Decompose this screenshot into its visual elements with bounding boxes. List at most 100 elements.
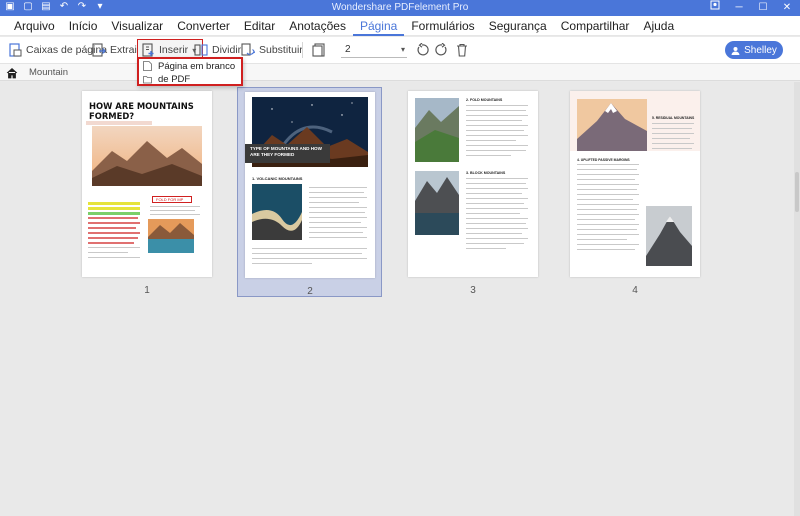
text-line	[577, 199, 633, 201]
extract-button[interactable]: Extrair	[92, 40, 140, 60]
menu-formularios[interactable]: Formulários	[404, 16, 481, 36]
text-line	[466, 105, 528, 107]
breadcrumb: Mountain	[0, 63, 800, 81]
window-controls: ─ ☐ ✕	[706, 0, 796, 16]
user-account-icon[interactable]	[706, 0, 724, 16]
page-3-section-1: 2. FOLD MOUNTAINS	[466, 98, 503, 102]
maximize-icon[interactable]: ☐	[754, 0, 772, 16]
callout-box: FOLD FOR MP	[152, 196, 192, 203]
text-line	[309, 227, 367, 229]
page-4-section-1: 5. RESIDUAL MOUNTAINS	[652, 116, 695, 120]
page-2-title: TYPE OF MOUNTAINS AND HOW ARE THEY FORME…	[250, 146, 322, 157]
split-label: Dividir	[212, 44, 242, 56]
page-icon[interactable]	[312, 43, 326, 57]
text-line	[466, 120, 522, 122]
text-line	[309, 212, 365, 214]
text-line	[88, 247, 140, 249]
menu-seguranca[interactable]: Segurança	[482, 16, 554, 36]
chevron-down-icon: ▾	[400, 45, 405, 54]
replace-icon	[241, 43, 255, 56]
text-line	[577, 234, 639, 236]
page-number-label: 3	[470, 285, 476, 296]
menu-bar: Arquivo Início Visualizar Converter Edit…	[0, 16, 800, 36]
text-line	[150, 206, 200, 208]
title-banner: TYPE OF MOUNTAINS AND HOW ARE THEY FORME…	[245, 144, 330, 163]
minimize-icon[interactable]: ─	[730, 0, 748, 16]
page-3-section-2: 3. BLOCK MOUNTAINS	[466, 171, 506, 175]
delete-icon[interactable]	[455, 43, 469, 57]
close-icon[interactable]: ✕	[778, 0, 796, 16]
extract-label: Extrair	[110, 44, 141, 56]
user-name: Shelley	[744, 44, 777, 56]
text-line	[466, 228, 528, 230]
page-thumbnail-1[interactable]: HOW ARE MOUNTAINS FORMED? FOLD FOR MP	[82, 91, 212, 277]
text-line	[309, 207, 367, 209]
page-toolbar: Caixas de página Extrair Inserir ▾ Divid…	[0, 37, 800, 63]
menu-inicio[interactable]: Início	[62, 16, 105, 36]
text-line	[652, 148, 692, 150]
insert-dropdown-menu: Página em branco de PDF	[137, 57, 243, 86]
home-icon[interactable]	[6, 67, 18, 79]
breadcrumb-item[interactable]: Mountain	[29, 67, 68, 78]
text-line	[252, 253, 362, 255]
folder-icon	[143, 76, 152, 84]
grey-peak-image	[646, 206, 692, 266]
blank-page-icon	[143, 61, 152, 71]
menu-anotacoes[interactable]: Anotações	[282, 16, 353, 36]
page-number-select[interactable]: 2 ▾	[341, 42, 407, 58]
insert-blank-page-item[interactable]: Página em branco	[139, 60, 241, 72]
rotate-right-icon[interactable]	[435, 43, 449, 57]
text-line	[466, 233, 522, 235]
menu-visualizar[interactable]: Visualizar	[104, 16, 170, 36]
menu-compartilhar[interactable]: Compartilhar	[554, 16, 637, 36]
text-line	[466, 203, 524, 205]
menu-editar[interactable]: Editar	[237, 16, 282, 36]
text-line	[577, 164, 639, 166]
split-icon	[194, 44, 208, 56]
text-line	[577, 194, 639, 196]
text-line	[466, 145, 528, 147]
user-account-button[interactable]: Shelley	[725, 41, 783, 59]
decor-band	[86, 121, 152, 125]
title-bar: ▣ ▢ ▤ ↶ ↷ ▾ Wondershare PDFelement Pro ─…	[0, 0, 800, 16]
text-line	[577, 229, 637, 231]
insert-from-pdf-item[interactable]: de PDF	[139, 73, 241, 85]
insert-from-pdf-label: de PDF	[158, 73, 191, 85]
text-line	[577, 224, 639, 226]
text-line	[309, 187, 367, 189]
rocky-lake-image	[415, 171, 459, 235]
menu-converter[interactable]: Converter	[170, 16, 237, 36]
text-line	[466, 248, 506, 250]
text-line	[577, 184, 639, 186]
rotate-left-icon[interactable]	[415, 43, 429, 57]
menu-pagina[interactable]: Página	[352, 16, 405, 36]
text-line	[309, 197, 367, 199]
text-line	[466, 188, 528, 190]
menu-arquivo[interactable]: Arquivo	[7, 16, 62, 36]
text-line	[652, 133, 694, 135]
vertical-scrollbar[interactable]	[794, 82, 800, 516]
page-thumbnail-4[interactable]: 5. RESIDUAL MOUNTAINS 4. UPLIFTED PASSIV…	[570, 91, 700, 277]
scrollbar-thumb[interactable]	[795, 172, 799, 212]
text-line	[466, 110, 526, 112]
page-number-label: 2	[307, 286, 313, 297]
text-line	[466, 208, 528, 210]
red-text-line	[88, 237, 138, 239]
red-text-line	[88, 217, 138, 219]
menu-ajuda[interactable]: Ajuda	[636, 16, 681, 36]
text-line	[466, 150, 526, 152]
text-line	[466, 178, 528, 180]
text-line	[150, 214, 200, 216]
page-thumbnail-3[interactable]: 2. FOLD MOUNTAINS 3. BLOCK MOUNTAINS	[408, 91, 538, 277]
text-line	[309, 232, 363, 234]
text-line	[466, 238, 528, 240]
red-text-line	[88, 232, 140, 234]
replace-button[interactable]: Substituir	[241, 40, 303, 60]
text-line	[652, 143, 694, 145]
text-line	[466, 218, 528, 220]
text-line	[309, 222, 361, 224]
page-thumbnail-2[interactable]: TYPE OF MOUNTAINS AND HOW ARE THEY FORME…	[245, 92, 375, 278]
text-line	[577, 239, 627, 241]
text-line	[652, 138, 690, 140]
text-line	[577, 189, 637, 191]
